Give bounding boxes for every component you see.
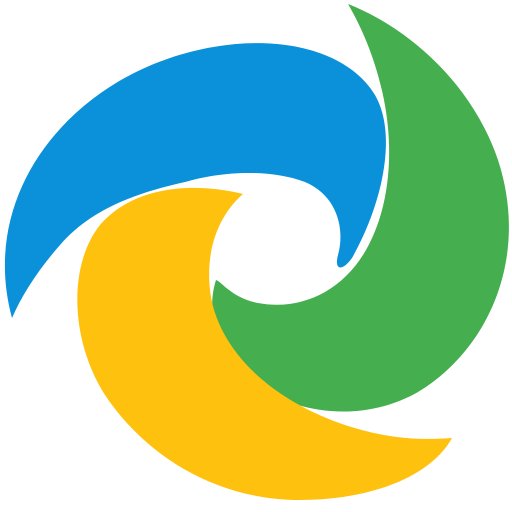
swirl-logo-icon xyxy=(4,4,509,500)
logo-canvas xyxy=(0,0,512,512)
